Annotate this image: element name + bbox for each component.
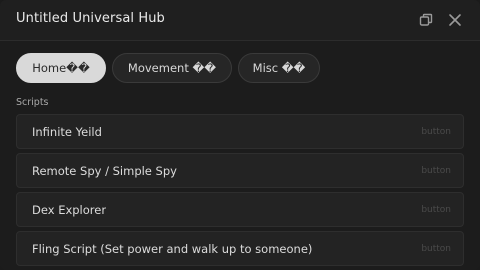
tab-bar: Home�� Movement �� Misc ��	[16, 53, 320, 83]
script-button-remote-spy[interactable]: Remote Spy / Simple Spy button	[16, 153, 464, 188]
script-button-infinite-yield[interactable]: Infinite Yeild button	[16, 114, 464, 149]
button-hint: button	[421, 243, 451, 254]
window-title: Untitled Universal Hub	[16, 11, 165, 26]
section-label-scripts: Scripts	[16, 97, 49, 108]
script-button-fling[interactable]: Fling Script (Set power and walk up to s…	[16, 231, 464, 266]
script-button-dex-explorer[interactable]: Dex Explorer button	[16, 192, 464, 227]
tab-home[interactable]: Home��	[16, 53, 106, 83]
hub-window: Untitled Universal Hub Home�� Movement �…	[0, 0, 480, 270]
button-hint: button	[421, 165, 451, 176]
tab-movement[interactable]: Movement ��	[112, 53, 232, 83]
script-label: Infinite Yeild	[32, 124, 102, 139]
button-hint: button	[421, 204, 451, 215]
close-icon[interactable]	[445, 10, 465, 30]
script-list: Infinite Yeild button Remote Spy / Simpl…	[16, 114, 464, 270]
script-label: Dex Explorer	[32, 202, 107, 217]
button-hint: button	[421, 126, 451, 137]
tab-misc[interactable]: Misc ��	[238, 53, 320, 83]
script-label: Fling Script (Set power and walk up to s…	[32, 241, 313, 256]
script-label: Remote Spy / Simple Spy	[32, 163, 177, 178]
restore-icon[interactable]	[416, 10, 436, 30]
titlebar[interactable]: Untitled Universal Hub	[0, 0, 480, 41]
